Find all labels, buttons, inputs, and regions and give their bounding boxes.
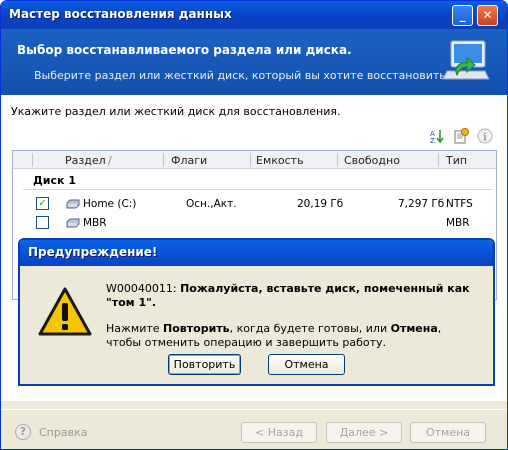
column-header-free[interactable]: Свободно (344, 154, 400, 167)
partition-free: 7,297 Гб (398, 198, 445, 210)
instruction-message: Нажмите Повторить, когда будете готовы, … (106, 322, 476, 350)
column-separator (163, 153, 164, 167)
table-header: Раздел / Флаги Емкость Свободно Тип (13, 151, 496, 169)
partition-name: MBR (83, 217, 107, 229)
warning-icon (38, 287, 92, 336)
sort-icon[interactable]: A Z (429, 128, 445, 144)
hard-drive-icon (66, 218, 80, 228)
partition-capacity: 20,19 Гб (297, 198, 344, 210)
table-row[interactable]: MBR MBR (13, 215, 496, 233)
table-row[interactable]: ✓ Home (C:) Осн.,Акт. 20,19 Гб 7,297 Гб … (13, 196, 496, 214)
back-button[interactable]: < Назад (241, 422, 317, 443)
sort-indicator: / (108, 154, 112, 167)
column-separator (32, 153, 33, 167)
retry-keyword: Повторить (163, 322, 230, 335)
column-header-partition[interactable]: Раздел (65, 154, 106, 167)
warning-dialog: Предупреждение! W00040011: Пожалуйста, в… (18, 238, 495, 386)
footer-divider (1, 409, 507, 410)
retry-button[interactable]: Повторить (168, 354, 241, 375)
dialog-title: Предупреждение! (28, 245, 158, 259)
column-separator (337, 153, 338, 167)
step-title: Выбор восстанавливаемого раздела или дис… (17, 43, 352, 57)
instruction-part: , когда будете готовы, или (229, 322, 391, 335)
warning-message: W00040011: Пожалуйста, вставьте диск, по… (106, 282, 476, 310)
error-code: W00040011: (106, 282, 181, 295)
title-bar: Мастер восстановления данных _ ✕ (1, 1, 507, 29)
column-header-capacity[interactable]: Емкость (256, 154, 304, 167)
partition-checkbox[interactable]: ✓ (36, 197, 49, 210)
column-header-flags[interactable]: Флаги (171, 154, 207, 167)
hard-drive-icon (66, 199, 80, 209)
help-icon[interactable]: ? (15, 424, 31, 440)
partition-flags: Осн.,Акт. (186, 198, 237, 210)
partition-name: Home (C:) (83, 198, 137, 210)
next-button[interactable]: Далее > (326, 422, 402, 443)
disk-group-divider (23, 189, 493, 190)
svg-text:Z: Z (430, 137, 435, 144)
wizard-window: Мастер восстановления данных _ ✕ Выбор в… (0, 0, 508, 450)
svg-text:i: i (483, 133, 487, 144)
partition-checkbox[interactable] (36, 216, 49, 229)
instruction-text: Укажите раздел или жесткий диск для восс… (11, 105, 341, 118)
step-subtitle: Выберите раздел или жесткий диск, которы… (34, 69, 450, 82)
help-link[interactable]: Справка (39, 426, 87, 439)
monitor-restore-icon (442, 40, 490, 80)
instruction-part: Нажмите (106, 322, 164, 335)
disk-group-label: Диск 1 (33, 174, 76, 187)
info-icon[interactable]: i (477, 128, 493, 144)
partition-type: MBR (446, 217, 470, 229)
partition-type: NTFS (446, 198, 473, 210)
dialog-cancel-button[interactable]: Отмена (268, 354, 345, 375)
window-title: Мастер восстановления данных (9, 7, 232, 21)
dialog-title-bar: Предупреждение! (20, 240, 493, 266)
wizard-header: Выбор восстанавливаемого раздела или дис… (1, 29, 507, 95)
column-header-type[interactable]: Тип (446, 154, 467, 167)
close-button[interactable]: ✕ (477, 5, 498, 26)
properties-icon[interactable] (453, 128, 469, 144)
column-separator (250, 153, 251, 167)
cancel-keyword: Отмена (390, 322, 438, 335)
column-separator (438, 153, 439, 167)
minimize-button[interactable]: _ (452, 5, 473, 26)
cancel-button[interactable]: Отмена (410, 422, 486, 443)
